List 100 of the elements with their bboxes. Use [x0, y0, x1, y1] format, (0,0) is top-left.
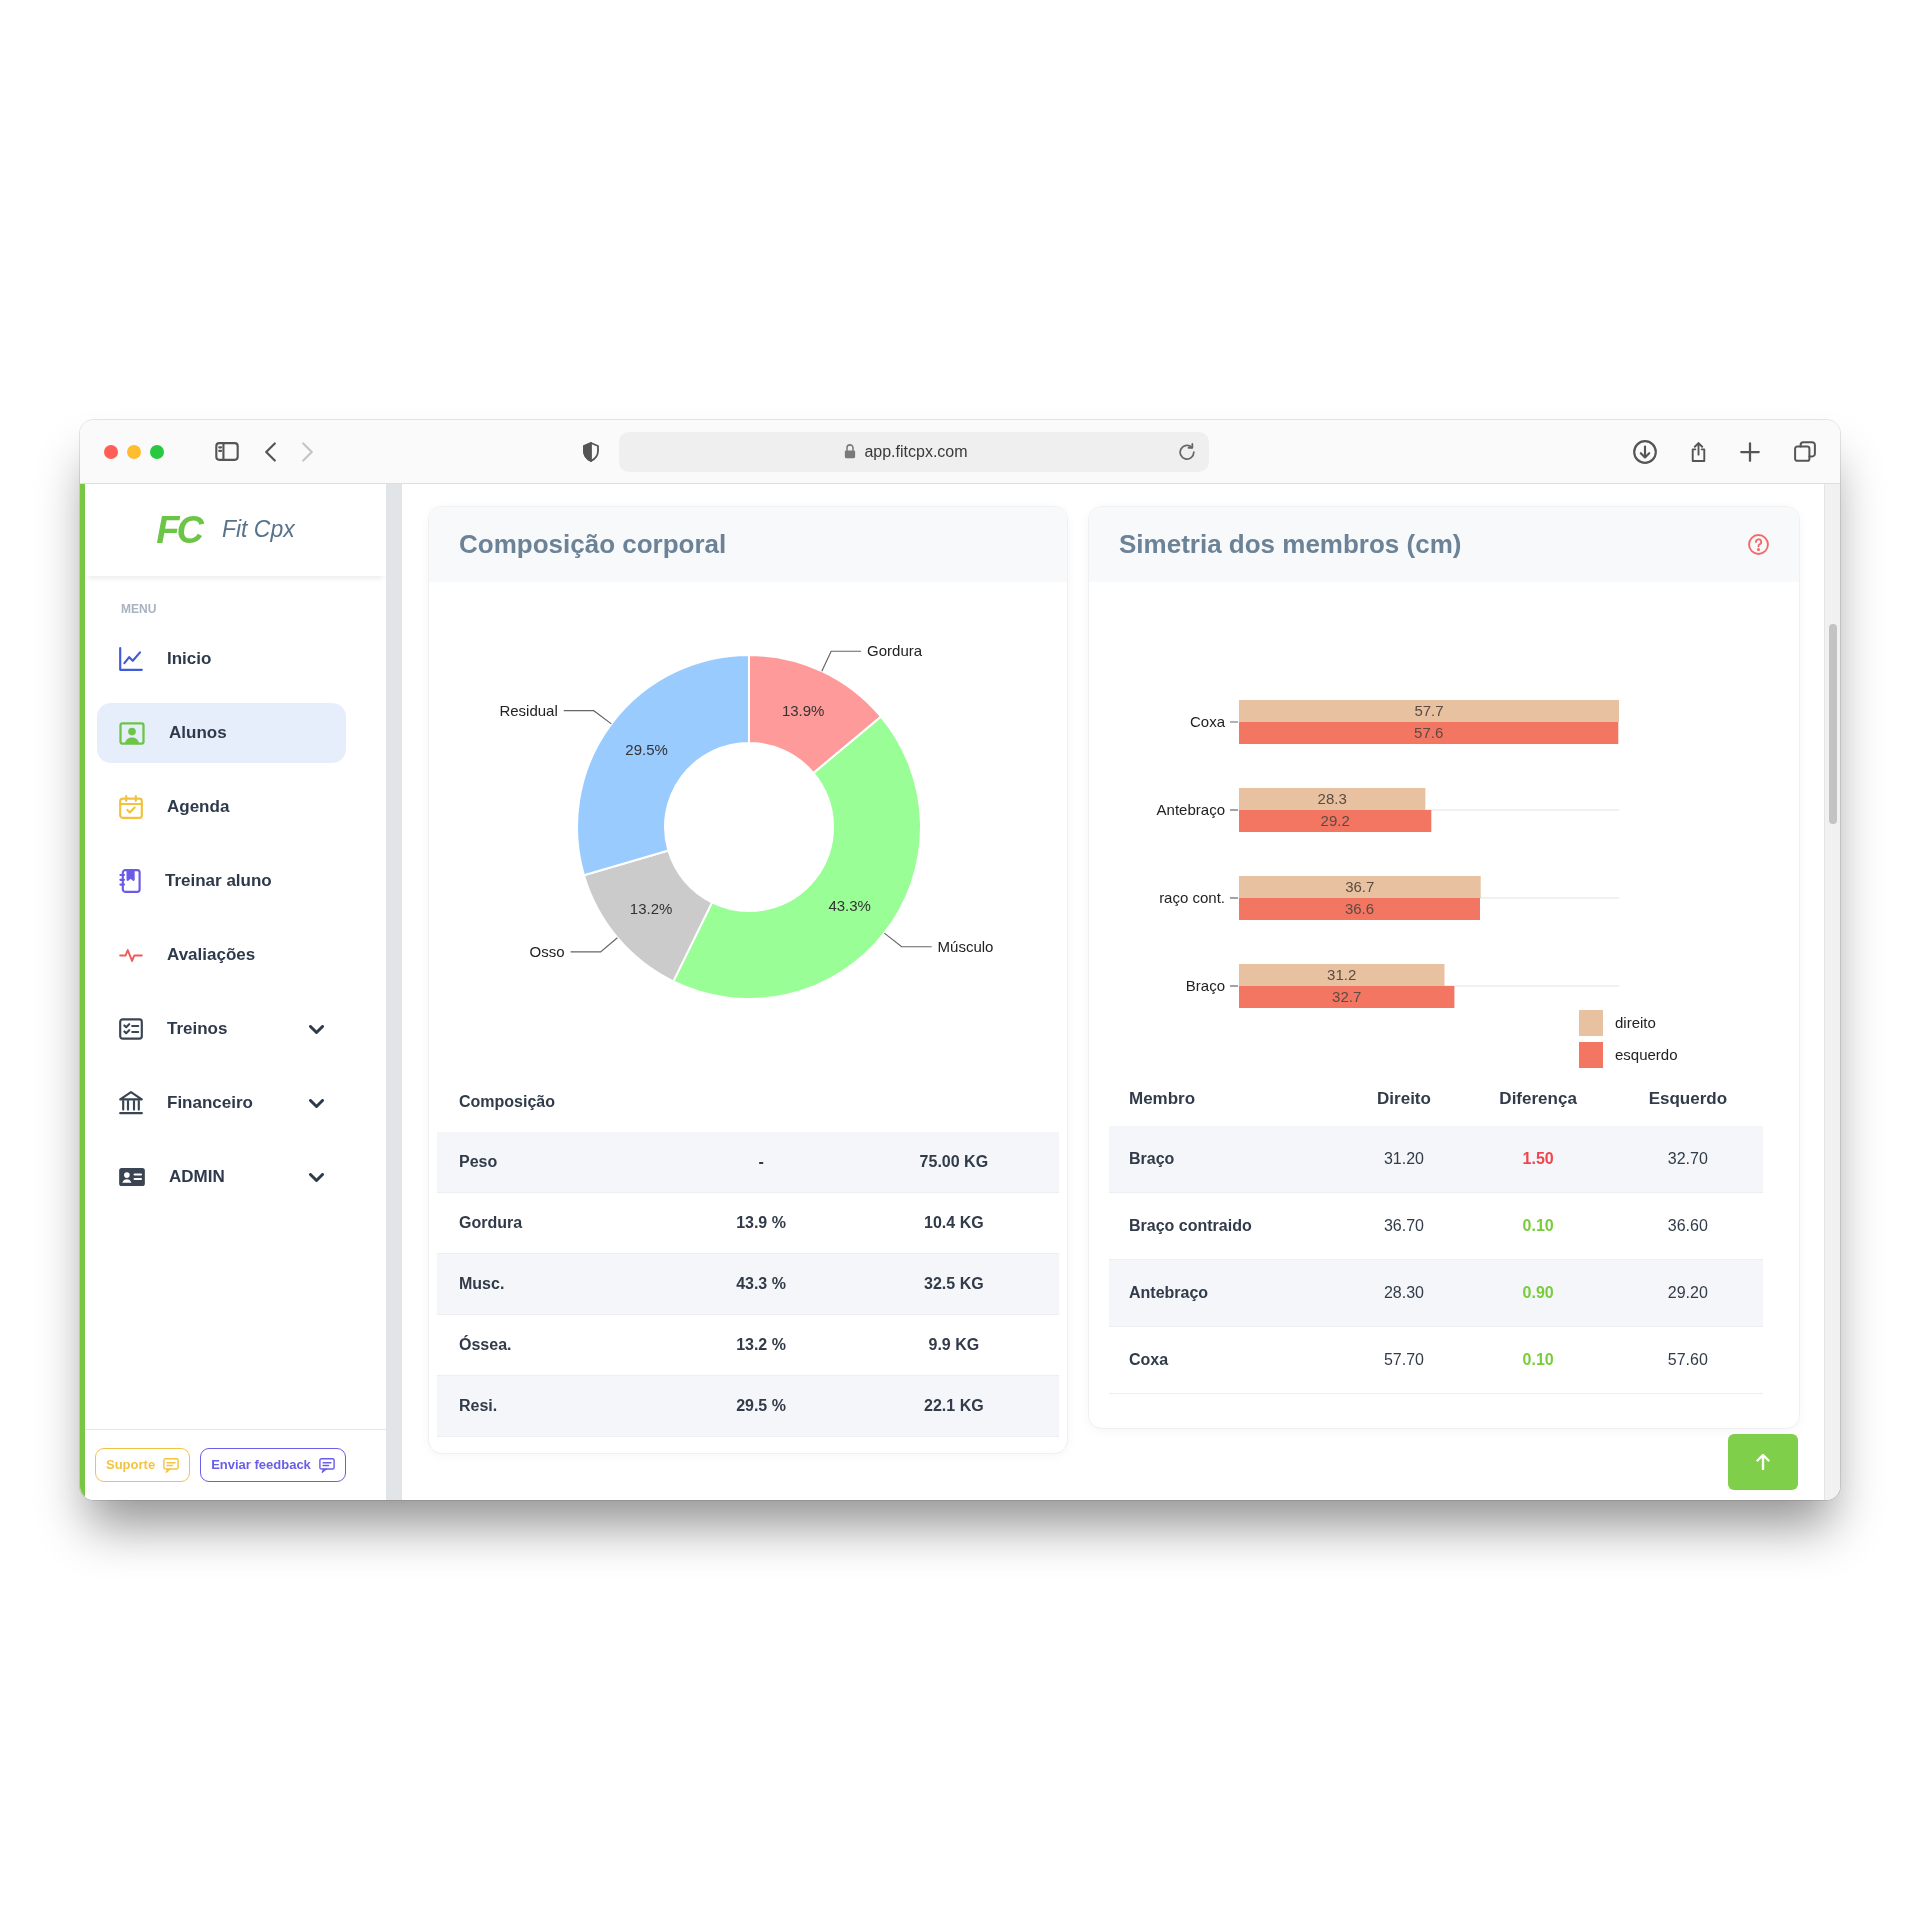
- legend-label: esquerdo: [1615, 1046, 1678, 1063]
- table-cell: -: [673, 1132, 849, 1193]
- column-header: Esquerdo: [1612, 1072, 1763, 1126]
- axis-tick: [1229, 809, 1239, 811]
- leader-line: [883, 932, 933, 948]
- help-icon[interactable]: [1748, 534, 1769, 555]
- table-cell: Óssea.: [437, 1314, 674, 1376]
- value-label: 13.9%: [781, 702, 825, 719]
- table-cell: 32.5 KG: [848, 1253, 1059, 1315]
- table-cell: 0.90: [1463, 1259, 1613, 1327]
- axis-tick: [1229, 721, 1239, 723]
- chat-icon: [163, 1457, 180, 1473]
- table-cell: 31.20: [1344, 1126, 1464, 1193]
- table-cell: 10.4 KG: [848, 1192, 1059, 1254]
- card-title: Simetria dos membros (cm): [1119, 529, 1462, 560]
- scrollbar-thumb[interactable]: [1828, 624, 1837, 824]
- id-card-icon: [119, 1168, 145, 1187]
- legend-label: direito: [1615, 1014, 1656, 1031]
- checklist-icon: [119, 1018, 143, 1041]
- nav-item[interactable]: ADMIN: [97, 1147, 346, 1208]
- category-label: Coxa: [1189, 713, 1225, 730]
- address-field[interactable]: app.fitcpx.com: [619, 431, 1209, 472]
- share-icon[interactable]: [1691, 441, 1706, 462]
- bank-icon: [119, 1091, 143, 1116]
- value-label: 43.3%: [828, 897, 871, 914]
- feedback-button[interactable]: Enviar feedback: [200, 1448, 346, 1482]
- table-cell: 22.1 KG: [848, 1375, 1059, 1437]
- table-cell: 43.3 %: [673, 1253, 849, 1315]
- section-label: MENU: [121, 602, 157, 617]
- nav-item[interactable]: Alunos: [97, 703, 346, 764]
- line-chart-icon: [119, 647, 143, 672]
- table-cell: 1.50: [1463, 1126, 1613, 1193]
- table-cell: 28.30: [1344, 1259, 1464, 1327]
- shield-icon[interactable]: [583, 441, 599, 462]
- table-cell: Gordura: [437, 1192, 674, 1254]
- table-cell: 13.2 %: [673, 1314, 849, 1376]
- value-label: 13.2%: [629, 900, 673, 918]
- bar-value-label: 57.6: [1414, 724, 1444, 741]
- bar-value-label: 28.3: [1317, 790, 1347, 807]
- lock-icon: [844, 444, 857, 459]
- chevron-down-icon: [309, 1172, 324, 1182]
- table-cell: Peso: [437, 1132, 674, 1193]
- bar-value-label: 36.7: [1345, 878, 1375, 895]
- back-icon[interactable]: [265, 441, 276, 462]
- table-cell: 36.60: [1612, 1192, 1763, 1260]
- plus-icon[interactable]: [1740, 441, 1760, 462]
- table-cell: 32.70: [1612, 1126, 1763, 1193]
- bar-value-label: 29.2: [1320, 812, 1350, 829]
- chat-icon: [318, 1457, 335, 1473]
- table-cell: 9.9 KG: [848, 1314, 1059, 1376]
- table-cell: 0.10: [1463, 1326, 1613, 1394]
- value-label: 29.5%: [625, 741, 668, 759]
- nav-item[interactable]: Avaliações: [97, 925, 346, 986]
- table-cell: 29.20: [1612, 1259, 1763, 1327]
- reload-icon[interactable]: [1179, 443, 1195, 460]
- bar-value-label: 32.7: [1332, 988, 1362, 1005]
- category-label: Braço: [1185, 977, 1225, 994]
- table-cell: Musc.: [437, 1253, 674, 1315]
- table-cell: 13.9 %: [673, 1192, 849, 1254]
- logo: FC: [156, 511, 203, 549]
- close-button[interactable]: [104, 444, 118, 459]
- table-cell: 36.70: [1344, 1192, 1464, 1260]
- category-label: raço cont.: [1159, 889, 1225, 906]
- chevron-down-icon: [309, 1024, 324, 1034]
- leader-line: [563, 710, 612, 725]
- category-label: Gordura: [867, 642, 923, 660]
- chevron-down-icon: [309, 1098, 324, 1108]
- category-label: Antebraço: [1156, 801, 1225, 818]
- category-label: Residual: [499, 701, 558, 719]
- table-cell: 75.00 KG: [848, 1132, 1059, 1193]
- nav-item[interactable]: Agenda: [97, 777, 346, 838]
- brand-name: Fit Cpx: [221, 517, 295, 543]
- table-cell: Resi.: [437, 1375, 674, 1437]
- category-label: Músculo: [937, 937, 994, 955]
- bar-value-label: 57.7: [1414, 702, 1444, 719]
- leader-line: [821, 650, 862, 672]
- table-cell: 57.60: [1612, 1326, 1763, 1394]
- table-cell: 0.10: [1463, 1192, 1613, 1260]
- person-card-icon: [119, 721, 145, 745]
- category-label: Osso: [529, 942, 565, 960]
- column-header: Diferença: [1463, 1072, 1613, 1126]
- nav-item[interactable]: Treinos: [97, 999, 346, 1060]
- column-header: Direito: [1344, 1072, 1464, 1126]
- card-title: Composição corporal: [459, 529, 727, 560]
- sidebar-toggle-icon[interactable]: [215, 442, 239, 461]
- arrow-up-icon: [1756, 1454, 1770, 1470]
- bar-value-label: 31.2: [1327, 966, 1357, 983]
- tabs-icon[interactable]: [1794, 441, 1816, 462]
- column-header: Composição: [437, 1072, 674, 1132]
- nav-item[interactable]: Inicio: [97, 629, 346, 690]
- calendar-check-icon: [119, 795, 143, 820]
- table-cell: Coxa: [1109, 1326, 1345, 1394]
- table-cell: Braço contraido: [1109, 1192, 1345, 1260]
- axis-tick: [1229, 897, 1239, 899]
- pulse-icon: [119, 948, 143, 962]
- axis-tick: [1229, 985, 1239, 987]
- table-cell: Braço: [1109, 1126, 1345, 1193]
- nav-item[interactable]: Financeiro: [97, 1073, 346, 1134]
- nav-item[interactable]: Treinar aluno: [97, 851, 346, 912]
- download-icon[interactable]: [1633, 439, 1657, 464]
